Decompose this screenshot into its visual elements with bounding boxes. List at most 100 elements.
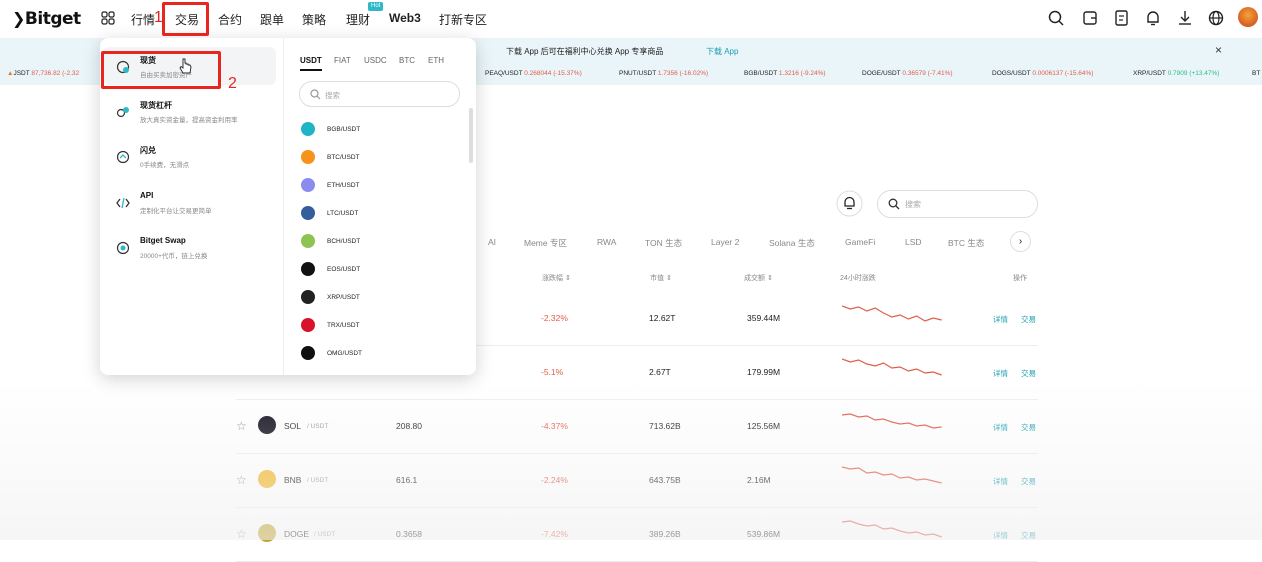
ticker-item[interactable]: PEAQ/USDT 0.268044 (-15.37%)	[485, 70, 582, 77]
quote-tab-usdt[interactable]: USDT	[300, 56, 322, 65]
ticker-change: (-15.37%)	[553, 70, 582, 77]
menu-item-margin[interactable]: 现货杠杆 放大真实资金量，提高资金利用率	[100, 92, 276, 132]
header-volume[interactable]: 成交额 ⇕	[744, 273, 773, 283]
pair-row[interactable]: EOS/USDT	[296, 257, 466, 283]
nav-strategy[interactable]: 策略	[302, 11, 326, 28]
ticker-price: 1.7356	[657, 70, 678, 77]
banner-text: 下载 App 后可在福利中心兑换 App 专享商品	[506, 47, 664, 56]
volume: 179.99M	[747, 367, 781, 377]
search-icon	[888, 198, 900, 210]
ticker-item[interactable]: PNUT/USDT 1.7356 (-16.02%)	[619, 70, 708, 77]
download-icon[interactable]	[1176, 9, 1194, 27]
pair-name: ETH/USDT	[327, 182, 360, 189]
pair-row[interactable]: BGB/USDT	[296, 117, 466, 143]
favorites-filter-icon[interactable]	[836, 190, 863, 217]
trade-link[interactable]: 交易	[1021, 314, 1036, 325]
ticker-price: 0.36579	[902, 70, 926, 77]
detail-link[interactable]: 详情	[993, 314, 1008, 325]
category-tab[interactable]: AI	[488, 237, 496, 247]
header-market-cap[interactable]: 市值 ⇕	[650, 273, 672, 283]
banner-close-icon[interactable]: ×	[1215, 43, 1222, 57]
annotation-box-spot	[101, 51, 221, 89]
ticker-item[interactable]: ▲JSDT 87,736.82 (-2.32	[7, 70, 79, 77]
quote-tab-fiat[interactable]: FIAT	[334, 56, 351, 65]
ticker-change: (-16.02%)	[679, 70, 709, 77]
pair-row[interactable]: XRP/USDT	[296, 285, 466, 311]
category-tab[interactable]: RWA	[597, 237, 616, 247]
ticker-symbol: DOGS/USDT	[992, 70, 1031, 77]
bell-icon[interactable]	[1144, 9, 1162, 27]
quote-tab-usdc[interactable]: USDC	[364, 56, 387, 65]
nav-markets[interactable]: 行情	[131, 11, 155, 28]
search-icon[interactable]	[1047, 9, 1065, 27]
category-tab[interactable]: BTC 生态	[948, 237, 984, 249]
trade-link[interactable]: 交易	[1021, 368, 1036, 379]
market-search-input[interactable]: 搜索	[877, 190, 1038, 218]
banner-download-link[interactable]: 下载 App	[706, 46, 738, 57]
ticker-item[interactable]: BGB/USDT 1.3216 (-9.24%)	[744, 70, 826, 77]
ticker-item[interactable]: BT	[1252, 70, 1260, 77]
category-tab[interactable]: Meme 专区	[524, 237, 567, 249]
category-tab[interactable]: Layer 2	[711, 237, 739, 247]
nav-futures[interactable]: 合约	[218, 11, 242, 28]
pair-name: OMG/USDT	[327, 350, 363, 357]
nav-earn[interactable]: 理财	[346, 11, 370, 28]
bitget-logo[interactable]: ❯Bitget	[12, 9, 81, 29]
category-tab[interactable]: TON 生态	[645, 237, 682, 249]
annotation-number-1: 1	[154, 9, 163, 26]
ticker-symbol: XRP/USDT	[1133, 70, 1166, 77]
ticker-symbol: DOGE/USDT	[862, 70, 901, 77]
pair-row[interactable]: LTC/USDT	[296, 201, 466, 227]
category-tab[interactable]: LSD	[905, 237, 922, 247]
quote-tab-underline	[300, 69, 322, 71]
category-next-chevron-icon[interactable]: ›	[1010, 231, 1031, 252]
nav-copy-trading[interactable]: 跟单	[260, 11, 284, 28]
market-cap: 2.67T	[649, 367, 671, 377]
ticker-symbol: JSDT	[13, 70, 30, 77]
api-icon	[116, 197, 130, 209]
wallet-icon[interactable]	[1081, 9, 1099, 27]
header-change[interactable]: 涨跌幅 ⇕	[542, 273, 571, 283]
ticker-change: (-9.24%)	[800, 70, 826, 77]
nav-web3[interactable]: Web3	[389, 11, 421, 25]
pair-list-scrollbar[interactable]	[469, 108, 473, 163]
margin-icon	[116, 107, 129, 118]
mouse-cursor-icon	[179, 58, 192, 74]
ticker-price: 0.268044	[524, 70, 552, 77]
pair-name: BGB/USDT	[327, 126, 361, 133]
annotation-box-trade	[162, 2, 209, 36]
ticker-item[interactable]: DOGE/USDT 0.36579 (-7.41%)	[862, 70, 953, 77]
pair-search-placeholder: 搜索	[325, 91, 340, 100]
globe-icon[interactable]	[1207, 9, 1225, 27]
pair-row[interactable]: BTC/USDT	[296, 145, 466, 171]
avatar[interactable]	[1238, 7, 1258, 27]
detail-link[interactable]: 详情	[993, 368, 1008, 379]
ticker-price: 87,736.82	[31, 70, 61, 77]
apps-grid-icon[interactable]	[101, 11, 115, 25]
nav-launchpad[interactable]: 打新专区	[439, 11, 487, 28]
coin-icon	[301, 262, 315, 276]
category-tab[interactable]: Solana 生态	[769, 237, 815, 249]
category-tab[interactable]: GameFi	[845, 237, 875, 247]
pair-row[interactable]: BCH/USDT	[296, 229, 466, 255]
menu-item-title: 现货杠杆	[140, 101, 172, 110]
pair-row[interactable]: ETH/USDT	[296, 173, 466, 199]
market-cap: 12.62T	[649, 313, 676, 323]
pair-row[interactable]: TRX/USDT	[296, 313, 466, 339]
convert-icon	[116, 150, 130, 164]
quote-tab-eth[interactable]: ETH	[428, 56, 444, 65]
pair-row[interactable]: OMG/USDT	[296, 341, 466, 367]
quote-tab-btc[interactable]: BTC	[399, 56, 415, 65]
menu-item-api[interactable]: API 定制化平台让交易更简单	[100, 183, 276, 223]
ticker-item[interactable]: XRP/USDT 0.7909 (+13.47%)	[1133, 70, 1219, 77]
pair-search-input[interactable]: 搜索	[299, 81, 460, 107]
header-actions: 操作	[1013, 275, 1027, 282]
menu-item-convert[interactable]: 闪兑 0手续费，无滑点	[100, 137, 276, 177]
coin-icon	[301, 122, 315, 136]
ticker-change: (-2.32	[62, 70, 80, 77]
orders-icon[interactable]	[1113, 9, 1131, 27]
menu-item-swap[interactable]: Bitget Swap 20000+代币，链上兑换	[100, 228, 276, 268]
ticker-item[interactable]: DOGS/USDT 0.0006137 (-15.64%)	[992, 70, 1093, 77]
coin-icon	[301, 150, 315, 164]
ticker-change: (+13.47%)	[1189, 70, 1220, 77]
